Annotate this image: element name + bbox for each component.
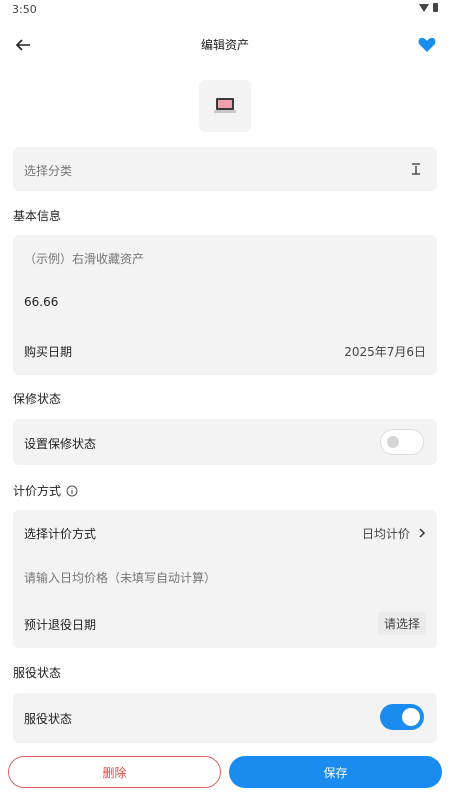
- pricing-card: 选择计价方式 日均计价 请输入日均价格（未填写自动计算） 预计退役日期 请选择: [13, 510, 437, 648]
- toggle-knob: [402, 708, 420, 726]
- pricing-method-label: 选择计价方式: [24, 527, 97, 541]
- service-card: 服役状态: [13, 693, 437, 743]
- heart-icon: [418, 37, 436, 52]
- price-input[interactable]: 66.66: [24, 295, 426, 309]
- purchase-date-label: 购买日期: [24, 345, 73, 359]
- category-select[interactable]: 选择分类: [13, 147, 437, 191]
- warranty-toggle[interactable]: [380, 429, 424, 455]
- category-placeholder: 选择分类: [24, 164, 73, 178]
- purchase-date-value[interactable]: 2025年7月6日: [344, 343, 426, 360]
- save-button[interactable]: 保存: [229, 756, 442, 788]
- battery-icon: [433, 3, 438, 12]
- warranty-label: 设置保修状态: [24, 437, 97, 451]
- pricing-method-value: 日均计价: [361, 527, 410, 541]
- status-time: 3:50: [12, 3, 37, 16]
- sort-icon: [412, 163, 420, 175]
- delete-button[interactable]: 删除: [8, 756, 221, 788]
- service-title: 服役状态: [13, 666, 62, 680]
- basic-info-title: 基本信息: [13, 209, 62, 223]
- basic-info-card: （示例）右滑收藏资产 66.66 购买日期 2025年7月6日: [13, 235, 437, 375]
- info-icon[interactable]: [66, 485, 78, 497]
- asset-name-input[interactable]: （示例）右滑收藏资产: [24, 250, 426, 267]
- service-toggle[interactable]: [380, 704, 424, 730]
- wifi-icon: [419, 3, 429, 12]
- retire-date-label: 预计退役日期: [24, 618, 97, 632]
- page-title: 编辑资产: [200, 38, 249, 52]
- app-bar: 编辑资产: [0, 24, 450, 64]
- bottom-action-bar: 删除 保存: [0, 748, 450, 800]
- favorite-button[interactable]: [414, 32, 440, 58]
- toggle-knob: [387, 436, 399, 448]
- daily-price-input[interactable]: 请输入日均价格（未填写自动计算）: [24, 569, 426, 586]
- pricing-title-row: 计价方式: [13, 482, 78, 499]
- laptop-icon: [214, 98, 236, 113]
- chevron-right-icon: [419, 528, 426, 538]
- warranty-card: 设置保修状态: [13, 419, 437, 465]
- status-bar: 3:50: [0, 0, 450, 20]
- asset-icon-picker[interactable]: [199, 80, 251, 132]
- retire-date-select[interactable]: 请选择: [377, 612, 426, 635]
- status-icons: [419, 3, 438, 12]
- pricing-method-row[interactable]: 选择计价方式 日均计价: [24, 525, 426, 543]
- pricing-title: 计价方式: [13, 484, 62, 498]
- warranty-title: 保修状态: [13, 392, 62, 406]
- purchase-date-row[interactable]: 购买日期 2025年7月6日: [24, 343, 426, 361]
- service-label: 服役状态: [24, 712, 73, 726]
